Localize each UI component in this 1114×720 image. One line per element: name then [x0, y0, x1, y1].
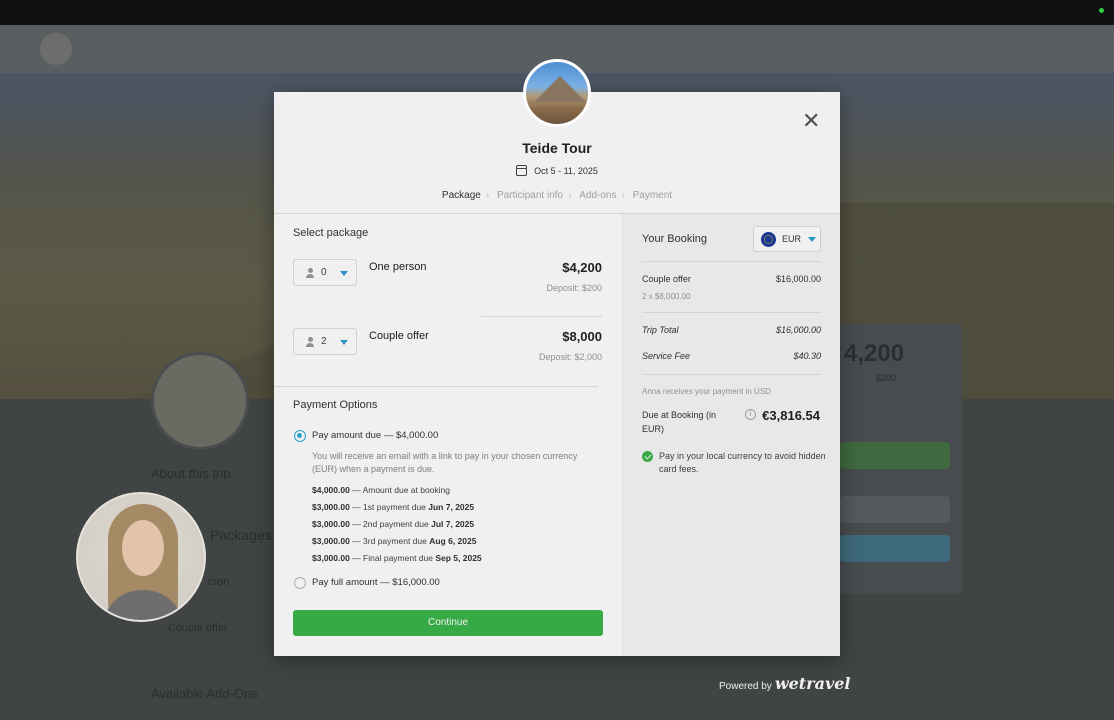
schedule-item: $4,000.00 — Amount due at booking: [312, 485, 451, 495]
person-icon: [306, 337, 314, 347]
package-name: One person: [369, 261, 427, 273]
wetravel-logo[interactable]: wetravel: [775, 674, 851, 693]
background-logo: [40, 33, 72, 65]
booking-summary: Your Booking EUR Couple offer $16,000.00 …: [622, 214, 840, 656]
trip-title: Teide Tour: [522, 140, 592, 156]
quantity-value: 0: [321, 267, 327, 278]
quantity-value: 2: [321, 336, 327, 347]
schedule-item: $3,000.00 — 3rd payment due Aug 6, 2025: [312, 536, 477, 546]
package-deposit: Deposit: $200: [546, 283, 602, 293]
service-fee-label: Service Fee: [642, 351, 691, 361]
trip-total-value: $16,000.00: [775, 325, 821, 335]
trip-total-label: Trip Total: [642, 325, 679, 335]
service-fee-value: $40.30: [793, 351, 821, 361]
summary-line-sub: 2 x $8,000.00: [642, 292, 691, 301]
powered-by-text: Powered by: [719, 681, 772, 692]
trip-dates-text: Oct 5 - 11, 2025: [534, 166, 598, 176]
currency-code: EUR: [782, 234, 802, 244]
background-packages-heading: Packages: [210, 527, 272, 543]
quantity-select-one-person[interactable]: 0: [293, 259, 357, 286]
chevron-down-icon: [340, 271, 348, 276]
background-package-couple: Couple offer: [168, 622, 228, 634]
info-icon[interactable]: i: [745, 409, 756, 420]
currency-select[interactable]: EUR: [753, 226, 821, 252]
calendar-icon: [516, 165, 528, 176]
pay-amount-due-label[interactable]: Pay amount due — $4,000.00: [312, 430, 438, 441]
chevron-right-icon: ›: [568, 190, 572, 201]
summary-line-couple-offer: Couple offer $16,000.00: [642, 274, 821, 284]
chevron-right-icon: ›: [621, 190, 625, 201]
summary-divider: [642, 312, 821, 313]
close-icon[interactable]: ✕: [802, 110, 820, 132]
pay-full-amount-label[interactable]: Pay full amount — $16,000.00: [312, 577, 440, 588]
pay-full-amount-radio[interactable]: [294, 577, 306, 589]
booking-modal: ✕ Teide Tour Oct 5 - 11, 2025 Package › P…: [274, 92, 840, 656]
receives-payment-note: Anna receives your payment in USD: [642, 387, 771, 396]
quantity-select-couple-offer[interactable]: 2: [293, 328, 357, 355]
background-price: 4,200: [844, 340, 905, 367]
select-package-heading: Select package: [293, 227, 369, 239]
background-organizer-avatar: [151, 352, 249, 450]
summary-trip-total: Trip Total $16,000.00: [642, 325, 821, 335]
summary-divider: [642, 374, 821, 375]
chevron-down-icon: [808, 237, 816, 242]
screen-top-bar: [0, 0, 1114, 25]
background-about-heading: About this trip: [151, 466, 231, 481]
payment-note: You will receive an email with a link to…: [312, 451, 578, 474]
package-price: $4,200: [562, 260, 602, 275]
background-package-person: rson: [208, 576, 230, 588]
package-divider: [481, 316, 602, 317]
background-brochure-button: [840, 496, 950, 523]
summary-divider: [642, 261, 821, 262]
chevron-down-icon: [340, 340, 348, 345]
person-icon: [306, 268, 314, 278]
line-value: $16,000.00: [775, 274, 821, 284]
eu-flag-icon: [761, 232, 776, 247]
schedule-item: $3,000.00 — 1st payment due Jun 7, 2025: [312, 502, 475, 512]
line-label: Couple offer: [642, 274, 691, 284]
step-package[interactable]: Package: [440, 190, 483, 201]
schedule-item: $3,000.00 — Final payment due Sep 5, 202…: [312, 553, 482, 563]
trip-thumbnail: [523, 59, 591, 127]
background-question-button: [840, 535, 950, 562]
your-booking-heading: Your Booking: [642, 233, 708, 245]
section-divider: [274, 386, 598, 387]
chevron-right-icon: ›: [485, 190, 490, 201]
due-at-booking-label: Due at Booking (in EUR): [642, 410, 717, 434]
due-at-booking-value: €3,816.54: [762, 408, 820, 423]
webcam-video: [76, 492, 206, 622]
checkout-steps: Package › Participant info › Add-ons › Paym…: [274, 190, 840, 201]
schedule-item: $3,000.00 — 2nd payment due Jul 7, 2025: [312, 519, 475, 529]
powered-by: Powered by wetravel: [719, 674, 851, 693]
package-column: Select package 0 One person $4,200 Depos…: [274, 214, 622, 656]
payment-options-heading: Payment Options: [293, 399, 378, 411]
background-addons-heading: Available Add-Ons: [151, 686, 258, 701]
check-circle-icon: [642, 451, 653, 462]
local-currency-tip: Pay in your local currency to avoid hidd…: [659, 451, 826, 474]
step-participant-info[interactable]: Participant info: [495, 190, 565, 201]
step-add-ons[interactable]: Add-ons: [577, 190, 618, 201]
summary-service-fee: Service Fee $40.30: [642, 351, 821, 361]
package-price: $8,000: [562, 329, 602, 344]
background-price-sub: $200: [876, 373, 897, 383]
step-payment[interactable]: Payment: [631, 190, 674, 201]
background-book-button: [840, 442, 950, 469]
pay-amount-due-radio[interactable]: [294, 430, 306, 442]
package-deposit: Deposit: $2,000: [538, 352, 602, 362]
trip-dates: Oct 5 - 11, 2025: [274, 165, 840, 176]
package-name: Couple offer: [369, 330, 429, 342]
continue-button[interactable]: Continue: [293, 610, 603, 636]
recording-indicator-icon: [1099, 8, 1104, 13]
